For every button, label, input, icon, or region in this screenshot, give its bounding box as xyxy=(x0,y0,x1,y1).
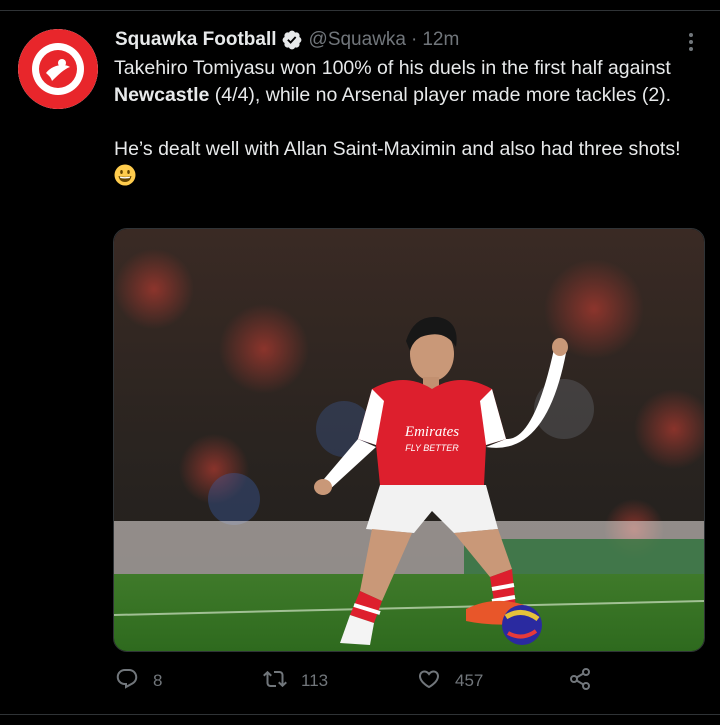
share-icon xyxy=(568,667,592,696)
reply-count: 8 xyxy=(153,671,163,690)
author-handle[interactable]: @Squawka xyxy=(309,29,406,51)
tweet-media-photo[interactable]: Emirates FLY BETTER xyxy=(113,228,705,652)
share-button[interactable] xyxy=(568,666,592,696)
squawka-logo-icon xyxy=(18,29,98,109)
tweet-paragraph-2: He’s dealt well with Allan Saint-Maximin… xyxy=(114,136,694,190)
text-segment: Takehiro Tomiyasu won 100% of his duels … xyxy=(114,57,671,79)
player-photo: Emirates FLY BETTER xyxy=(114,229,704,651)
like-button[interactable]: 457 xyxy=(417,666,483,696)
verified-badge-icon xyxy=(281,29,303,51)
like-count: 457 xyxy=(455,671,484,690)
top-divider xyxy=(0,0,720,11)
author-name[interactable]: Squawka Football xyxy=(115,29,277,51)
tweet-text: Takehiro Tomiyasu won 100% of his duels … xyxy=(114,55,694,190)
kit-sponsor-line1: Emirates xyxy=(404,424,459,440)
more-options-icon[interactable] xyxy=(680,31,702,53)
team-mention[interactable]: Newcastle xyxy=(114,84,209,106)
retweet-count: 113 xyxy=(301,671,329,690)
reply-icon xyxy=(115,667,139,696)
avatar[interactable] xyxy=(18,29,98,109)
separator-dot: · xyxy=(410,29,418,50)
text-segment: (4/4), while no Arsenal player made more… xyxy=(209,84,672,106)
kit-sponsor-line2: FLY BETTER xyxy=(405,443,459,453)
retweet-button[interactable]: 113 xyxy=(263,666,328,696)
tweet-paragraph-1: Takehiro Tomiyasu won 100% of his duels … xyxy=(114,55,694,109)
tweet[interactable]: Squawka Football @Squawka · 12m Takehiro… xyxy=(0,11,720,714)
tweet-actions: 8 113 457 xyxy=(113,666,703,696)
bottom-divider xyxy=(0,714,720,715)
timestamp[interactable]: 12m xyxy=(422,29,459,51)
text-segment: He’s dealt well with Allan Saint-Maximin… xyxy=(114,138,681,160)
like-icon xyxy=(417,667,441,696)
grinning-face-emoji-icon xyxy=(114,164,136,186)
reply-button[interactable]: 8 xyxy=(115,666,162,696)
retweet-icon xyxy=(263,667,287,696)
tweet-header: Squawka Football @Squawka · 12m xyxy=(115,25,459,55)
